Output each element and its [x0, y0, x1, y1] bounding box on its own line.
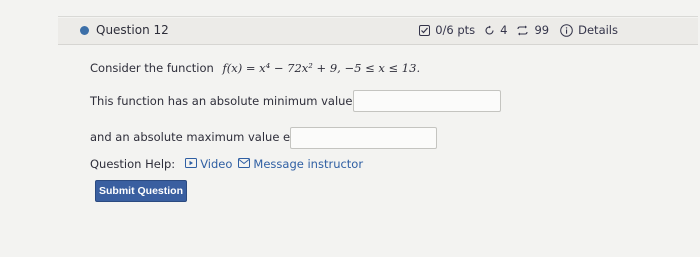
top-divider: [58, 16, 698, 17]
refresh-icon: [484, 25, 495, 36]
points-text: 0/6 pts: [435, 23, 476, 37]
info-icon[interactable]: [560, 23, 573, 37]
retries-text: 4: [500, 23, 508, 37]
question-header: Question 12 0/6 pts 4 99 Details: [58, 18, 698, 45]
details-link[interactable]: Details: [578, 23, 618, 37]
mail-icon: [238, 157, 251, 171]
problem-statement: Consider the function f(x) = x⁴ − 72x² +…: [90, 61, 420, 75]
attempts-text: 99: [534, 23, 550, 37]
message-instructor-link[interactable]: Message instructor: [238, 157, 363, 171]
question-title: Question 12: [96, 23, 169, 37]
video-icon: [185, 157, 198, 171]
min-value-input[interactable]: [353, 90, 501, 112]
video-link[interactable]: Video: [185, 157, 232, 171]
question-bullet: [80, 26, 89, 35]
question-help: Question Help: Video Message instructor: [90, 157, 363, 171]
checkbox-icon: [419, 24, 431, 36]
submit-question-button[interactable]: Submit Question: [95, 180, 187, 202]
function-expression: f(x) = x⁴ − 72x² + 9, −5 ≤ x ≤ 13.: [222, 61, 421, 75]
question-meta: 0/6 pts 4 99 Details: [419, 23, 618, 37]
help-label: Question Help:: [90, 157, 176, 171]
max-value-input[interactable]: [290, 127, 437, 149]
sync-icon: [516, 25, 529, 36]
problem-intro: Consider the function: [90, 61, 214, 75]
